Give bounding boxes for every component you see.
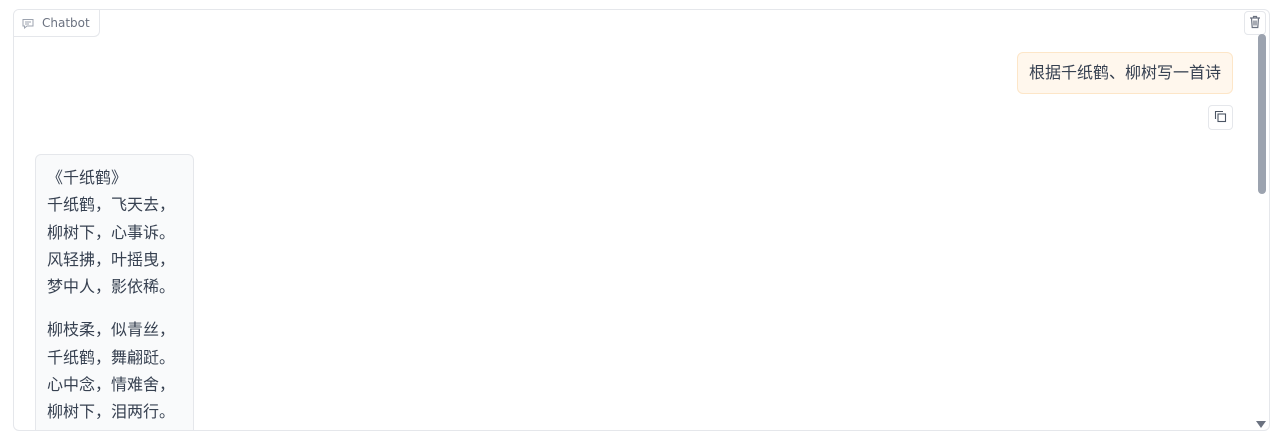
chatbot-label: Chatbot bbox=[14, 10, 100, 37]
copy-icon bbox=[1214, 108, 1227, 127]
scroll-down-arrow-icon[interactable] bbox=[1256, 421, 1266, 428]
bot-message: 《千纸鹤》 千纸鹤，飞天去， 柳树下，心事诉。 风轻拂，叶摇曳， 梦中人，影依稀… bbox=[35, 154, 194, 430]
poem-line: 千纸鹤，飞天去， bbox=[47, 195, 176, 215]
user-message: 根据千纸鹤、柳树写一首诗 bbox=[1016, 52, 1233, 94]
poem-line: 柳树下，心事诉。 bbox=[47, 222, 176, 242]
poem-line: 心中念，情难舍， bbox=[47, 375, 176, 395]
poem-stanza: 《千纸鹤》 千纸鹤，飞天去， 柳树下，心事诉。 风轻拂，叶摇曳， 梦中人，影依稀… bbox=[47, 164, 182, 300]
poem-line: 风轻拂，叶摇曳， bbox=[47, 249, 176, 269]
clear-chat-button[interactable] bbox=[1244, 11, 1266, 35]
copy-message-button[interactable] bbox=[1208, 105, 1233, 130]
poem-line: 柳枝柔，似青丝， bbox=[47, 320, 176, 340]
trash-icon bbox=[1249, 14, 1261, 33]
poem-line: 千纸鹤，舞翩跹。 bbox=[47, 347, 176, 367]
poem-stanza: 柳枝柔，似青丝， 千纸鹤，舞翩跹。 心中念，情难舍， 柳树下，泪两行。 bbox=[47, 316, 182, 425]
poem-line: 梦中人，影依稀。 bbox=[47, 277, 176, 297]
poem-line: 柳树下，泪两行。 bbox=[47, 402, 176, 422]
chatbot-panel: Chatbot 根据千纸鹤、柳树写一首诗 《千纸鹤》 千纸鹤，飞天去， 柳树下，… bbox=[13, 9, 1270, 431]
chatbot-label-text: Chatbot bbox=[42, 16, 90, 30]
chat-scrollbar[interactable] bbox=[1255, 34, 1267, 428]
user-message-text: 根据千纸鹤、柳树写一首诗 bbox=[1028, 63, 1221, 82]
scrollbar-thumb[interactable] bbox=[1258, 34, 1266, 194]
poem-title: 《千纸鹤》 bbox=[47, 168, 128, 187]
chat-bubble-icon bbox=[22, 18, 34, 29]
